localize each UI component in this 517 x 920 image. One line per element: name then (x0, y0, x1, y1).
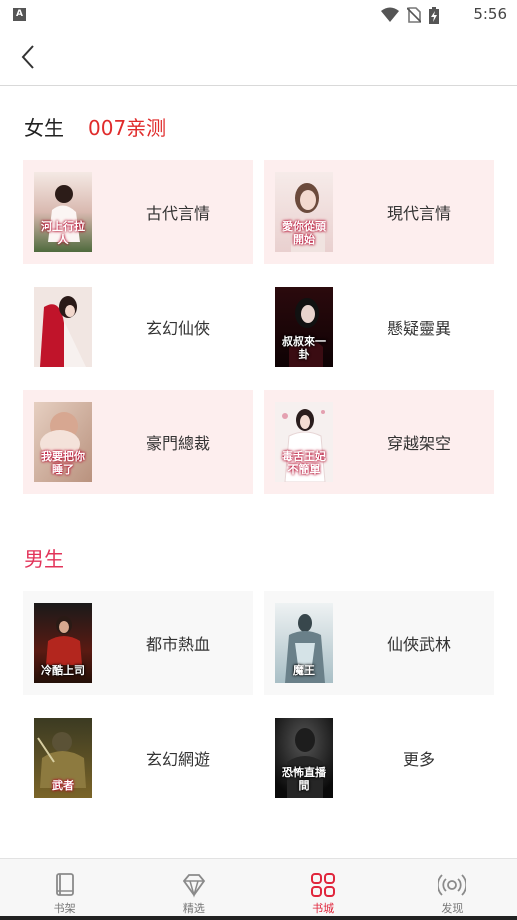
category-card-time-travel[interactable]: 毒舌王妃不簡單 穿越架空 (264, 390, 494, 494)
category-label: 都市熱血 (145, 635, 210, 654)
book-icon (55, 873, 74, 896)
category-label: 懸疑靈異 (386, 319, 451, 338)
app-notification-icon: A (13, 8, 26, 21)
category-card-game[interactable]: 武者 玄幻網遊 (23, 706, 253, 810)
tab-discover[interactable]: 发现 (388, 859, 517, 917)
battery-charging-icon (429, 6, 439, 24)
chevron-left-icon (21, 45, 34, 69)
status-icons (381, 6, 439, 24)
book-cover: 毒舌王妃不簡單 (275, 402, 333, 482)
diamond-icon (182, 874, 206, 898)
book-cover: 冷酷上司 (34, 603, 92, 683)
category-label: 豪門總裁 (145, 434, 210, 453)
category-label: 穿越架空 (386, 434, 451, 453)
no-sim-icon (407, 7, 421, 23)
section-tag: 007亲测 (88, 116, 167, 140)
category-card-ceo[interactable]: 我要把你睡了 豪門總裁 (23, 390, 253, 494)
category-label: 更多 (402, 750, 435, 769)
category-card-ancient-romance[interactable]: 河上行拉人 古代言情 (23, 160, 253, 264)
radio-signal-icon (438, 874, 467, 896)
system-nav-strip (0, 916, 517, 920)
category-label: 古代言情 (145, 204, 210, 223)
category-card-wuxia[interactable]: 魔王 仙俠武林 (264, 591, 494, 695)
category-label: 玄幻仙俠 (145, 319, 210, 338)
male-section-header: 男生 (24, 543, 64, 572)
category-card-fantasy-xianxia[interactable]: 玄幻仙俠 (23, 275, 253, 379)
category-card-modern-romance[interactable]: 愛你從頭開始 現代言情 (264, 160, 494, 264)
category-card-suspense[interactable]: 叔叔來一卦 懸疑靈異 (264, 275, 494, 379)
category-card-urban[interactable]: 冷酷上司 都市熱血 (23, 591, 253, 695)
status-bar: A 5:56 (0, 0, 517, 30)
book-cover: 我要把你睡了 (34, 402, 92, 482)
wifi-icon (381, 7, 399, 22)
book-cover: 叔叔來一卦 (275, 287, 333, 367)
book-cover: 恐怖直播間 (275, 718, 333, 798)
category-label: 玄幻網遊 (145, 750, 210, 769)
tab-bookstore[interactable]: 书城 (259, 859, 388, 917)
category-label: 現代言情 (386, 204, 451, 223)
category-label: 仙俠武林 (386, 635, 451, 654)
book-cover: 魔王 (275, 603, 333, 683)
status-time: 5:56 (473, 5, 507, 23)
female-section-header: 女生 007亲测 (24, 112, 166, 141)
grid-icon (311, 873, 336, 897)
book-cover: 河上行拉人 (34, 172, 92, 252)
category-card-more[interactable]: 恐怖直播間 更多 (264, 706, 494, 810)
top-header (0, 30, 517, 86)
tab-bookshelf[interactable]: 书架 (0, 859, 129, 917)
back-button[interactable] (16, 42, 42, 72)
book-cover: 武者 (34, 718, 92, 798)
section-title-female: 女生 (24, 116, 64, 140)
bottom-tab-bar: 书架 精选 书城 发现 (0, 858, 517, 917)
section-title-male: 男生 (24, 547, 64, 571)
book-cover (34, 287, 92, 367)
book-cover: 愛你從頭開始 (275, 172, 333, 252)
tab-featured[interactable]: 精选 (129, 859, 258, 917)
